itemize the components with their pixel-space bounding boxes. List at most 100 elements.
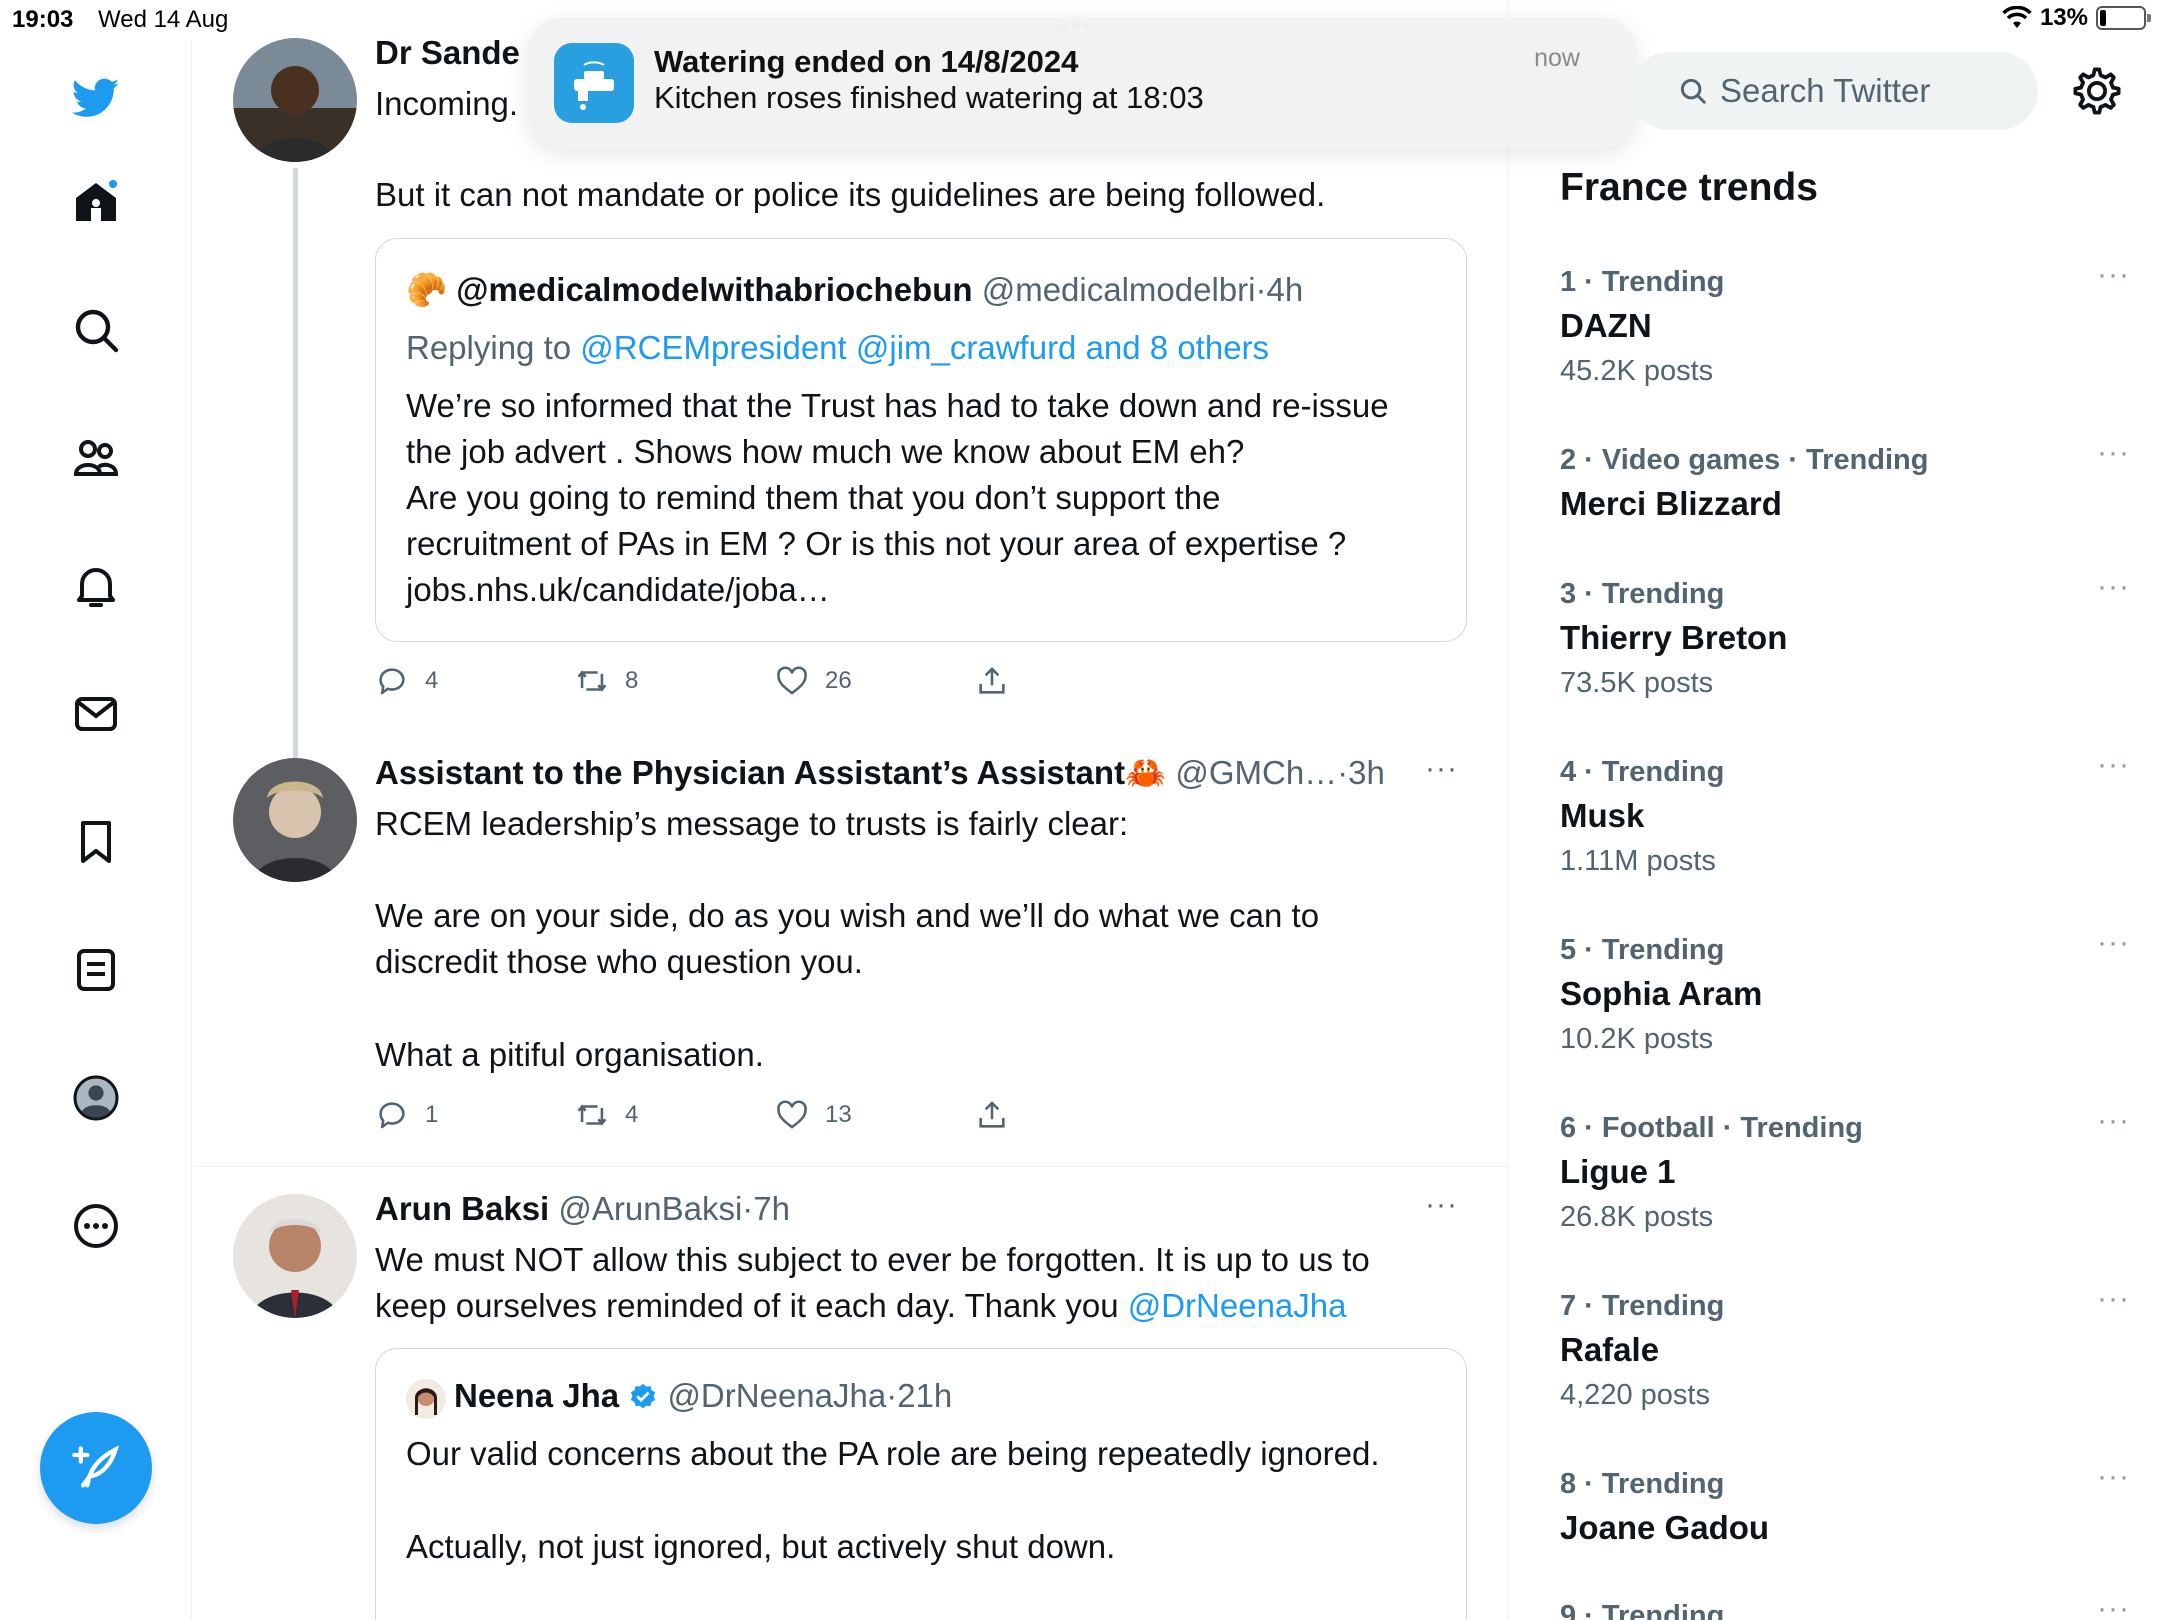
trend-item[interactable]: 8 · Trending Joane Gadou ··· [1560,1460,2130,1552]
avatar[interactable] [233,758,357,882]
quoted-author-name[interactable]: Neena Jha [454,1377,619,1414]
trends-heading: France trends [1560,166,1818,209]
trend-item[interactable]: 4 · Trending Musk 1.11M posts ··· [1560,748,2130,882]
quoted-text-line: recruitment of PAs in EM ? Or is this no… [406,525,1347,562]
quoted-author-name[interactable]: @medicalmodelwithabriochebun [456,271,972,308]
replying-prefix: Replying to [406,329,572,366]
trend-more-button[interactable]: ··· [2097,1460,2130,1494]
tweet-actions: 1 4 13 [375,1098,1175,1132]
twitter-logo-icon[interactable] [66,68,126,128]
tweet-author-name[interactable]: Arun Baksi [375,1190,549,1227]
tweet-author-handle: @ArunBaksi [558,1190,743,1227]
reply-button[interactable]: 4 [375,664,575,698]
trend-item[interactable]: 2 · Video games · Trending Merci Blizzar… [1560,436,2130,528]
retweet-button[interactable]: 8 [575,664,775,698]
quoted-text-line: Our valid concerns about the PA role are… [406,1435,1380,1472]
share-button[interactable] [975,664,1175,698]
trend-more-button[interactable]: ··· [2097,1592,2130,1620]
tweet-text: discredit those who question you. [375,943,863,980]
trend-name: Sophia Aram [1560,975,1763,1012]
trend-item[interactable]: 5 · Trending Sophia Aram 10.2K posts ··· [1560,926,2130,1060]
notification-banner[interactable]: Watering ended on 14/8/2024 Kitchen rose… [528,18,1636,148]
trend-name: Merci Blizzard [1560,485,1782,522]
compose-tweet-button[interactable] [40,1412,152,1524]
retweet-count: 4 [625,1101,639,1128]
search-input[interactable]: Search Twitter [1630,52,2038,130]
trend-item[interactable]: 6 · Football · Trending Ligue 1 26.8K po… [1560,1104,2130,1238]
reply-count: 4 [425,667,439,694]
bookmarks-icon[interactable] [66,812,126,872]
trend-more-button[interactable]: ··· [2097,258,2130,292]
like-button[interactable]: 13 [775,1098,975,1132]
right-sidebar: Search Twitter France trends 1 · Trendin… [1510,0,2160,1620]
trend-name: Ligue 1 [1560,1153,1676,1190]
trend-item[interactable]: 3 · Trending Thierry Breton 73.5K posts … [1560,570,2130,704]
trend-more-button[interactable]: ··· [2097,1282,2130,1316]
status-time: 19:03 [12,6,74,33]
avatar[interactable] [233,1194,357,1318]
tweet-author-name[interactable]: Dr Sande [375,30,520,76]
trend-more-button[interactable]: ··· [2097,1104,2130,1138]
share-icon [979,667,1005,694]
tweet-text: We must NOT allow this subject to ever b… [375,1241,1370,1278]
tweet-actions: 4 8 26 [375,664,1175,698]
separator: · [742,1190,754,1227]
quoted-tweet[interactable]: Neena Jha @DrNeenaJha·21h Our valid conc… [375,1348,1467,1620]
trend-post-count: 45.2K posts [1560,355,1714,387]
tweet-header: Arun Baksi @ArunBaksi·7h [375,1186,790,1232]
tweet-text: Incoming. [375,85,519,122]
notification-title: Watering ended on 14/8/2024 [654,44,1079,79]
quoted-tweet[interactable]: 🥐 @medicalmodelwithabriochebun @medicalm… [375,238,1467,642]
reply-icon [379,1102,405,1129]
quoted-text-line: Are you going to remind them that you do… [406,479,1221,516]
retweet-button[interactable]: 4 [575,1098,775,1132]
share-button[interactable] [975,1098,1175,1132]
reply-icon [379,668,405,695]
trend-more-button[interactable]: ··· [2097,436,2130,470]
separator: · [1337,754,1349,791]
tweet-divider [193,1166,1508,1167]
trend-item[interactable]: 7 · Trending Rafale 4,220 posts ··· [1560,1282,2130,1416]
trend-more-button[interactable]: ··· [2097,926,2130,960]
avatar[interactable] [233,38,357,162]
timeline: Dr Sande Incoming. But it can not mandat… [193,0,1509,1620]
watering-app-icon [554,43,634,123]
tweet-text: keep ourselves reminded of it each day. … [375,1283,1347,1329]
compose-tweet-icon [72,1445,120,1488]
communities-icon[interactable] [66,428,126,488]
trend-meta: 8 · Trending [1560,1468,1725,1500]
emoji-avatar: 🥐 [406,271,448,308]
quoted-link[interactable]: jobs.nhs.uk/candidate/joba… [406,567,830,613]
trend-item[interactable]: 9 · Trending ··· [1560,1592,2130,1620]
separator: · [1255,271,1267,308]
tweet-more-options-button[interactable]: ··· [1425,1188,1458,1222]
share-icon [979,1101,1005,1128]
messages-icon[interactable] [66,684,126,744]
quoted-avatar [406,1379,446,1419]
trend-more-button[interactable]: ··· [2097,748,2130,782]
trend-item[interactable]: 1 · Trending DAZN 45.2K posts ··· [1560,258,2130,392]
trend-post-count: 10.2K posts [1560,1023,1714,1055]
trend-more-button[interactable]: ··· [2097,570,2130,604]
mention-link[interactable]: @DrNeenaJha [1128,1287,1347,1324]
tweet-author-name[interactable]: Assistant to the Physician Assistant’s A… [375,754,1125,791]
tweet-more-options-button[interactable]: ··· [1425,752,1458,786]
trend-meta: 6 · Football · Trending [1560,1112,1863,1144]
home-icon[interactable] [66,172,126,232]
search-icon[interactable] [66,300,126,360]
trend-post-count: 26.8K posts [1560,1201,1714,1233]
notifications-icon[interactable] [66,556,126,616]
quoted-tweet-header: Neena Jha @DrNeenaJha·21h [454,1373,952,1419]
reply-button[interactable]: 1 [375,1098,575,1132]
trend-post-count: 4,220 posts [1560,1379,1710,1411]
trend-post-count: 1.11M posts [1560,845,1716,877]
lists-icon[interactable] [66,940,126,1000]
crab-emoji: 🦀 [1125,754,1167,791]
more-icon[interactable] [66,1196,126,1256]
settings-gear-icon[interactable] [2070,64,2124,118]
replying-to-link[interactable]: @RCEMpresident @jim_crawfurd and 8 other… [580,329,1269,366]
replying-to: Replying to @RCEMpresident @jim_crawfurd… [406,325,1269,371]
like-button[interactable]: 26 [775,664,975,698]
trend-name: Thierry Breton [1560,619,1788,656]
profile-icon[interactable] [66,1068,126,1128]
